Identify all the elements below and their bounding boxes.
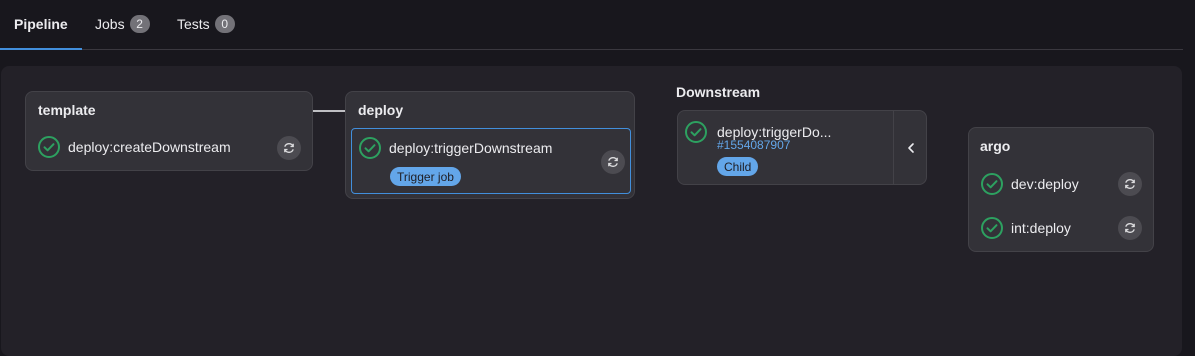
- tab-label: Jobs: [95, 16, 125, 32]
- job-create-downstream[interactable]: deploy:createDownstream: [38, 136, 231, 158]
- status-success-icon: [981, 173, 1003, 195]
- job-label: deploy:triggerDownstream: [389, 140, 553, 156]
- stage-title: template: [38, 102, 96, 118]
- tab-jobs[interactable]: Jobs 2: [95, 0, 150, 48]
- status-success-icon: [359, 137, 381, 159]
- count-badge: 2: [129, 15, 150, 33]
- retry-button[interactable]: [277, 136, 301, 160]
- job-int-deploy[interactable]: int:deploy: [981, 217, 1071, 239]
- retry-icon: [1125, 179, 1135, 189]
- stage-template: template deploy:createDownstream: [25, 91, 313, 171]
- downstream-pipeline-card[interactable]: deploy:triggerDo... #1554087907 Child: [677, 110, 927, 185]
- child-badge: Child: [717, 157, 759, 176]
- status-success-icon: [685, 121, 707, 143]
- pipeline-tabs: Pipeline Jobs 2 Tests 0: [0, 0, 1183, 50]
- status-success-icon: [38, 136, 60, 158]
- active-tab-indicator: [0, 48, 82, 50]
- tab-label: Tests: [177, 16, 210, 32]
- trigger-job-badge: Trigger job: [390, 167, 461, 186]
- stage-argo: argo dev:deploy int:deploy: [968, 127, 1154, 252]
- stage-connector: [313, 110, 346, 112]
- stage-deploy: deploy deploy:triggerDownstream Trigger …: [345, 91, 635, 199]
- chevron-left-icon: [908, 142, 914, 153]
- job-trigger-downstream[interactable]: deploy:triggerDownstream Trigger job: [351, 128, 631, 194]
- job-dev-deploy[interactable]: dev:deploy: [981, 173, 1079, 195]
- retry-icon: [284, 143, 294, 153]
- count-badge: 0: [214, 15, 235, 33]
- stage-title: deploy: [358, 102, 404, 118]
- retry-icon: [608, 157, 618, 167]
- status-success-icon: [981, 217, 1003, 239]
- job-row: deploy:triggerDownstream: [359, 137, 552, 159]
- collapse-downstream-button[interactable]: [893, 111, 928, 184]
- stage-title: argo: [980, 138, 1011, 154]
- tab-tests[interactable]: Tests 0: [177, 0, 235, 48]
- tab-label: Pipeline: [14, 16, 68, 32]
- job-label: int:deploy: [1011, 220, 1071, 236]
- retry-icon: [1125, 223, 1135, 233]
- retry-button[interactable]: [1118, 172, 1142, 196]
- retry-button[interactable]: [601, 150, 625, 174]
- job-label: dev:deploy: [1011, 176, 1079, 192]
- downstream-pipeline-id-link[interactable]: #1554087907: [717, 138, 790, 152]
- tab-pipeline[interactable]: Pipeline: [14, 0, 68, 48]
- job-label: deploy:createDownstream: [68, 139, 231, 155]
- retry-button[interactable]: [1118, 216, 1142, 240]
- downstream-title: Downstream: [676, 84, 761, 100]
